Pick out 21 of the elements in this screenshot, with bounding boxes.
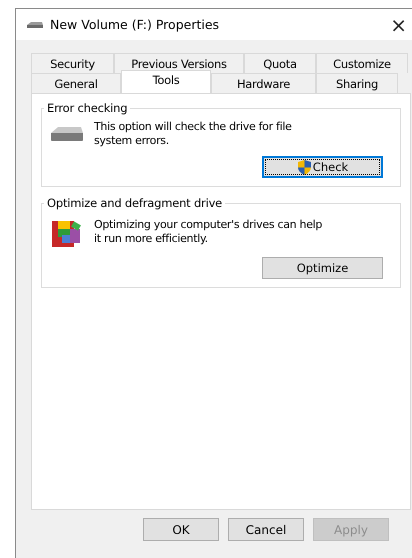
tab[interactable]: Sharing	[316, 73, 398, 93]
dialog-button[interactable]: OK	[143, 518, 219, 541]
action-button[interactable]: Check	[262, 156, 383, 178]
shield-icon	[296, 158, 312, 176]
group-title: Error checking	[46, 101, 128, 115]
action-button[interactable]: Optimize	[262, 257, 383, 279]
tab[interactable]: Tools	[121, 70, 211, 93]
close-button[interactable]: ×	[390, 12, 407, 36]
window-title: New Volume (F:) Properties	[50, 17, 220, 32]
tab[interactable]: General	[31, 73, 121, 93]
tab[interactable]: Security	[31, 53, 114, 73]
tab[interactable]: Customize	[316, 53, 408, 73]
group-title: Optimize and defragment drive	[46, 196, 224, 210]
tab[interactable]: Quota	[244, 53, 316, 73]
tab[interactable]: Hardware	[211, 73, 316, 93]
description-text: This option will check the drive for file system errors.	[94, 120, 293, 148]
description-text: Optimizing your computer's drives can help it run more efficiently.	[94, 218, 324, 246]
drive-icon	[50, 126, 84, 142]
dialog-button[interactable]: Cancel	[228, 518, 304, 541]
tab[interactable]: Previous Versions	[114, 53, 244, 73]
drive-icon	[26, 20, 44, 28]
